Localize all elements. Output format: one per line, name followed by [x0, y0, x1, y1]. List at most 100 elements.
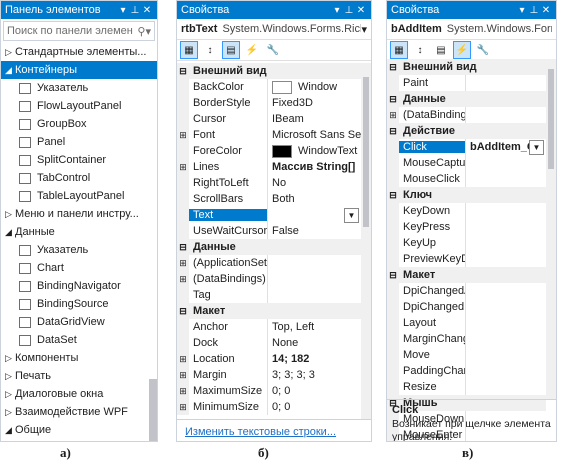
property-row[interactable]: RightToLeft No — [177, 175, 361, 191]
toolbox-item[interactable]: Указатель — [1, 241, 157, 259]
expand-arrow-icon[interactable]: ▷ — [5, 389, 15, 400]
collapse-arrow-icon[interactable]: ◢ — [5, 425, 15, 436]
property-value[interactable] — [465, 315, 546, 331]
toolbox-item[interactable]: SplitContainer — [1, 151, 157, 169]
expand-icon[interactable]: ⊞ — [177, 127, 189, 143]
collapse-icon[interactable]: ⊟ — [387, 59, 399, 75]
categorized-icon[interactable]: ▦ — [390, 41, 408, 59]
property-value[interactable] — [267, 255, 361, 271]
property-row[interactable]: Resize — [387, 379, 546, 395]
expand-icon[interactable]: ⊞ — [177, 255, 189, 271]
property-row[interactable]: Text ▼ — [177, 207, 361, 223]
property-value[interactable]: Top, Left — [267, 319, 361, 335]
property-row[interactable]: BackColor Window — [177, 79, 361, 95]
toolbox-scrollbar[interactable] — [149, 379, 157, 441]
toolbox-group[interactable]: ◢ Данные — [1, 223, 157, 241]
category-row[interactable]: ⊟ Внешний вид — [177, 63, 361, 79]
toolbox-item[interactable]: FlowLayoutPanel — [1, 97, 157, 115]
property-row[interactable]: Move — [387, 347, 546, 363]
property-value[interactable] — [465, 379, 546, 395]
scrollbar-thumb[interactable] — [363, 77, 369, 227]
property-row[interactable]: ⊞ MaximumSize 0; 0 — [177, 383, 361, 399]
alphabetical-icon[interactable]: ↕ — [201, 41, 219, 59]
property-row[interactable]: UseWaitCursor False — [177, 223, 361, 239]
property-row[interactable]: ⊞ Font Microsoft Sans Seri — [177, 127, 361, 143]
property-row[interactable]: MouseClick — [387, 171, 546, 187]
property-row[interactable]: ForeColor WindowText — [177, 143, 361, 159]
property-row[interactable]: MarginChange — [387, 331, 546, 347]
property-row[interactable]: MouseCapture — [387, 155, 546, 171]
property-value[interactable] — [465, 347, 546, 363]
property-row[interactable]: BorderStyle Fixed3D — [177, 95, 361, 111]
property-row[interactable]: Paint — [387, 75, 546, 91]
category-row[interactable]: ⊟ Макет — [387, 267, 546, 283]
category-row[interactable]: ⊟ Ключ — [387, 187, 546, 203]
property-row[interactable]: Layout — [387, 315, 546, 331]
property-value[interactable] — [465, 251, 546, 267]
property-row[interactable]: DpiChangedAft — [387, 283, 546, 299]
toolbox-group[interactable]: ▷ Стандартные элементы... — [1, 43, 157, 61]
toolbox-group[interactable]: ◢ Контейнеры — [1, 61, 157, 79]
property-value[interactable] — [267, 271, 361, 287]
property-value[interactable]: IBeam — [267, 111, 361, 127]
toolbox-group[interactable]: ▷ Печать — [1, 367, 157, 385]
collapse-icon[interactable]: ⊟ — [177, 303, 189, 319]
dropdown-icon[interactable]: ▾ — [516, 5, 528, 16]
property-value[interactable] — [267, 207, 344, 223]
property-row[interactable]: KeyUp — [387, 235, 546, 251]
property-row[interactable]: ⊞ (ApplicationSet — [177, 255, 361, 271]
property-row[interactable]: PaddingChang — [387, 363, 546, 379]
expand-icon[interactable]: ⊞ — [177, 399, 189, 415]
edit-lines-link[interactable]: Изменить текстовые строки... — [185, 426, 336, 438]
expand-icon[interactable]: ⊞ — [177, 383, 189, 399]
collapse-icon[interactable]: ⊟ — [177, 63, 189, 79]
toolbox-item[interactable]: GroupBox — [1, 115, 157, 133]
property-row[interactable]: ⊞ Lines Массив String[] — [177, 159, 361, 175]
expand-arrow-icon[interactable]: ▷ — [5, 371, 15, 382]
categorized-icon[interactable]: ▦ — [180, 41, 198, 59]
properties-icon[interactable]: ▤ — [222, 41, 240, 59]
collapse-arrow-icon[interactable]: ◢ — [5, 227, 15, 238]
property-row[interactable]: DpiChangedBe — [387, 299, 546, 315]
property-value[interactable]: 14; 182 — [267, 351, 361, 367]
property-value[interactable] — [465, 155, 546, 171]
close-icon[interactable]: ✕ — [355, 5, 367, 16]
property-row[interactable]: KeyPress — [387, 219, 546, 235]
toolbox-search-input[interactable]: Поиск по панели элемен ⚲▾ — [3, 21, 155, 41]
property-value[interactable] — [465, 171, 546, 187]
category-row[interactable]: ⊟ Данные — [387, 91, 546, 107]
property-row[interactable]: Tag — [177, 287, 361, 303]
object-selector[interactable]: bAddItem System.Windows.Forms.Bu — [387, 19, 556, 40]
property-value[interactable]: Fixed3D — [267, 95, 361, 111]
property-value[interactable]: False — [267, 223, 361, 239]
events-icon[interactable]: ⚡ — [243, 41, 261, 59]
toolbox-item[interactable]: Chart — [1, 259, 157, 277]
property-row[interactable]: Anchor Top, Left — [177, 319, 361, 335]
property-row[interactable]: Click bAddItem_Click▼ — [387, 139, 546, 155]
property-value[interactable]: bAddItem_Click — [465, 139, 529, 155]
property-row[interactable]: PreviewKeyDov — [387, 251, 546, 267]
property-value[interactable] — [465, 283, 546, 299]
expand-icon[interactable]: ⊞ — [177, 159, 189, 175]
property-pages-icon[interactable]: 🔧 — [474, 41, 492, 59]
toolbox-group[interactable]: ▷ Взаимодействие WPF — [1, 403, 157, 421]
expand-arrow-icon[interactable]: ▷ — [5, 407, 15, 418]
dropdown-icon[interactable]: ▾ — [117, 5, 129, 16]
property-value[interactable] — [465, 203, 546, 219]
category-row[interactable]: ⊟ Макет — [177, 303, 361, 319]
dropdown-icon[interactable]: ▾ — [331, 5, 343, 16]
property-row[interactable]: ScrollBars Both — [177, 191, 361, 207]
expand-icon[interactable]: ⊞ — [387, 107, 399, 123]
close-icon[interactable]: ✕ — [141, 5, 153, 16]
properties-icon[interactable]: ▤ — [432, 41, 450, 59]
event-scrollbar[interactable] — [546, 59, 556, 399]
events-icon[interactable]: ⚡ — [453, 41, 471, 59]
property-value[interactable] — [465, 363, 546, 379]
expand-arrow-icon[interactable]: ▷ — [5, 209, 15, 220]
object-selector[interactable]: rtbText System.Windows.Forms.Rich ▾ — [177, 19, 371, 40]
expand-arrow-icon[interactable]: ▷ — [5, 353, 15, 364]
property-row[interactable]: ⊞ (DataBindings) — [387, 107, 546, 123]
property-value[interactable]: Массив String[] — [267, 159, 361, 175]
expand-icon[interactable]: ⊞ — [177, 271, 189, 287]
property-row[interactable]: Cursor IBeam — [177, 111, 361, 127]
